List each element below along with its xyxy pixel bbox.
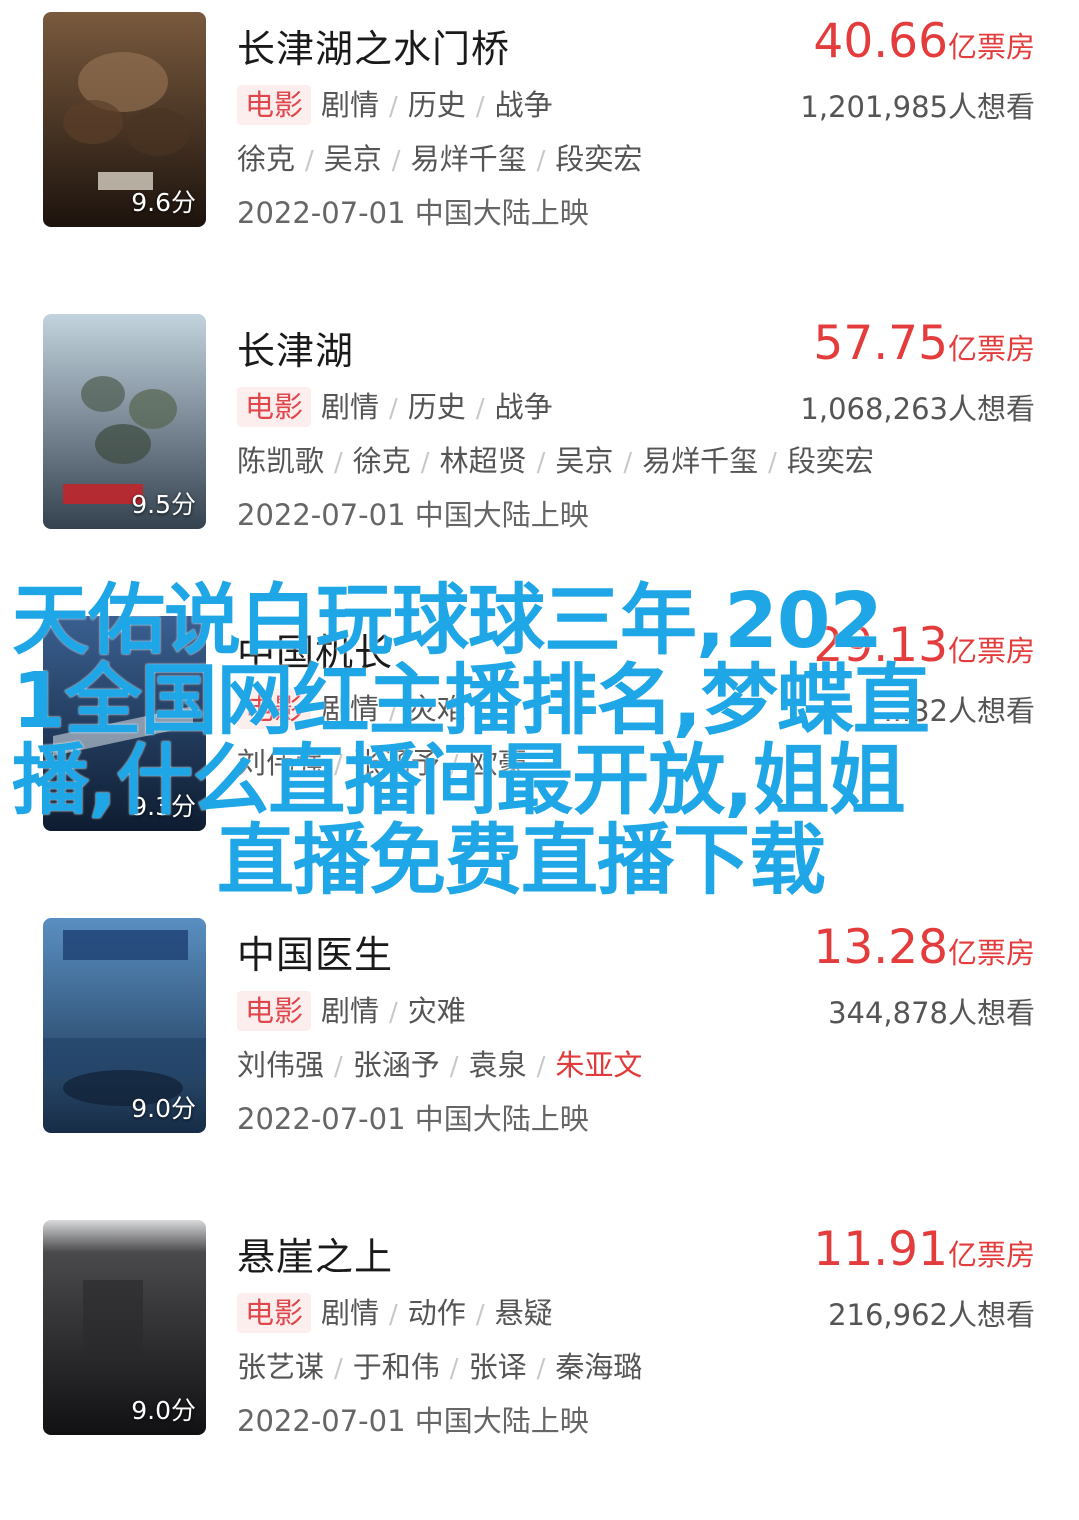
cast-member: 陈凯歌	[237, 444, 325, 478]
want-count: 216,962人想看	[828, 1298, 1035, 1332]
genre: 历史	[407, 88, 466, 122]
release-date: 2022-07-01 中国大陆上映	[237, 196, 589, 230]
movie-cast: 张艺谋 / 于和伟 / 张译 / 秦海璐	[237, 1350, 643, 1384]
cast-member: 张涵予	[352, 1048, 440, 1082]
cast-member: 吴京	[323, 142, 382, 176]
movie-item[interactable]: 9.5分 长津湖 电影 剧情 / 历史 / 战争 陈凯歌 / 徐克 / 林超贤 / 吴京 / 易烊千玺 / 段…	[0, 314, 1079, 614]
cast-member: 易烊千玺	[410, 142, 527, 176]
genre: 战争	[494, 390, 553, 424]
overlay-line: 1全国网红主播排名,梦蝶直	[12, 657, 930, 746]
movie-genres: 电影 剧情 / 动作 / 悬疑	[237, 1290, 553, 1333]
movie-title[interactable]: 长津湖之水门桥	[237, 18, 510, 73]
cast-member: 袁泉	[468, 1048, 527, 1082]
genre: 战争	[494, 88, 553, 122]
poster-score: 9.0分	[131, 1396, 196, 1425]
cast-member: 秦海璐	[555, 1350, 643, 1384]
release-date: 2022-07-01 中国大陆上映	[237, 1404, 589, 1438]
cast-member: 张艺谋	[237, 1350, 325, 1384]
poster-score: 9.5分	[131, 490, 196, 519]
type-tag: 电影	[237, 387, 312, 427]
movie-cast: 陈凯歌 / 徐克 / 林超贤 / 吴京 / 易烊千玺 / 段奕宏	[237, 444, 874, 478]
want-count: 1,068,263人想看	[800, 392, 1035, 426]
movie-title[interactable]: 悬崖之上	[237, 1226, 393, 1281]
overlay-line: 天佑说白玩球球三年,202	[12, 577, 883, 666]
movie-genres: 电影 剧情 / 历史 / 战争	[237, 82, 553, 125]
movie-poster[interactable]: 9.5分	[43, 314, 206, 529]
genre: 历史	[407, 390, 466, 424]
genre: 剧情	[321, 390, 380, 424]
release-date: 2022-07-01 中国大陆上映	[237, 1102, 589, 1136]
movie-cast: 徐克 / 吴京 / 易烊千玺 / 段奕宏	[237, 142, 643, 176]
release-date: 2022-07-01 中国大陆上映	[237, 498, 589, 532]
movie-item[interactable]: 9.6分 长津湖之水门桥 电影 剧情 / 历史 / 战争 徐克 / 吴京 / 易烊千玺 / 段奕宏 2…	[0, 12, 1079, 312]
cast-member: 刘伟强	[237, 1048, 325, 1082]
cast-member: 段奕宏	[555, 142, 643, 176]
cast-member: 徐克	[352, 444, 411, 478]
genre: 悬疑	[494, 1296, 553, 1330]
box-office: 57.75亿票房	[813, 316, 1035, 371]
box-office: 40.66亿票房	[813, 14, 1035, 69]
box-office: 13.28亿票房	[813, 920, 1035, 975]
poster-score: 9.0分	[131, 1094, 196, 1123]
cast-member: 于和伟	[352, 1350, 440, 1384]
cast-member-highlighted: 朱亚文	[555, 1048, 643, 1082]
movie-cast: 刘伟强 / 张涵予 / 袁泉 / 朱亚文	[237, 1048, 643, 1082]
cast-member: 易烊千玺	[642, 444, 759, 478]
cast-member: 徐克	[237, 142, 296, 176]
genre: 剧情	[321, 1296, 380, 1330]
movie-item[interactable]: 9.0分 悬崖之上 电影 剧情 / 动作 / 悬疑 张艺谋 / 于和伟 / 张译 / 秦海璐 2022…	[0, 1220, 1079, 1520]
movie-poster[interactable]: 9.0分	[43, 918, 206, 1133]
movie-poster[interactable]: 9.0分	[43, 1220, 206, 1435]
want-count: 344,878人想看	[828, 996, 1035, 1030]
want-count: 1,201,985人想看	[800, 90, 1035, 124]
genre: 剧情	[321, 88, 380, 122]
cast-member: 林超贤	[439, 444, 527, 478]
genre: 剧情	[321, 994, 380, 1028]
movie-item[interactable]: 9.0分 中国医生 电影 剧情 / 灾难 刘伟强 / 张涵予 / 袁泉 / 朱亚文 2022-07…	[0, 918, 1079, 1218]
box-office: 11.91亿票房	[813, 1222, 1035, 1277]
overlay-banner-text: 天佑说白玩球球三年,202 1全国网红主播排名,梦蝶直 播,什么直播间最开放,姐…	[12, 582, 972, 902]
type-tag: 电影	[237, 991, 312, 1031]
cast-member: 段奕宏	[786, 444, 874, 478]
type-tag: 电影	[237, 85, 312, 125]
movie-poster[interactable]: 9.6分	[43, 12, 206, 227]
overlay-line: 直播免费直播下载	[217, 817, 826, 906]
movie-genres: 电影 剧情 / 历史 / 战争	[237, 384, 553, 427]
genre: 动作	[407, 1296, 466, 1330]
movie-title[interactable]: 长津湖	[237, 320, 354, 375]
cast-member: 吴京	[555, 444, 614, 478]
poster-score: 9.6分	[131, 188, 196, 217]
movie-title[interactable]: 中国医生	[237, 924, 393, 979]
genre: 灾难	[407, 994, 466, 1028]
movie-genres: 电影 剧情 / 灾难	[237, 988, 466, 1031]
type-tag: 电影	[237, 1293, 312, 1333]
overlay-line: 播,什么直播间最开放,姐姐	[12, 737, 906, 826]
cast-member: 张译	[468, 1350, 527, 1384]
